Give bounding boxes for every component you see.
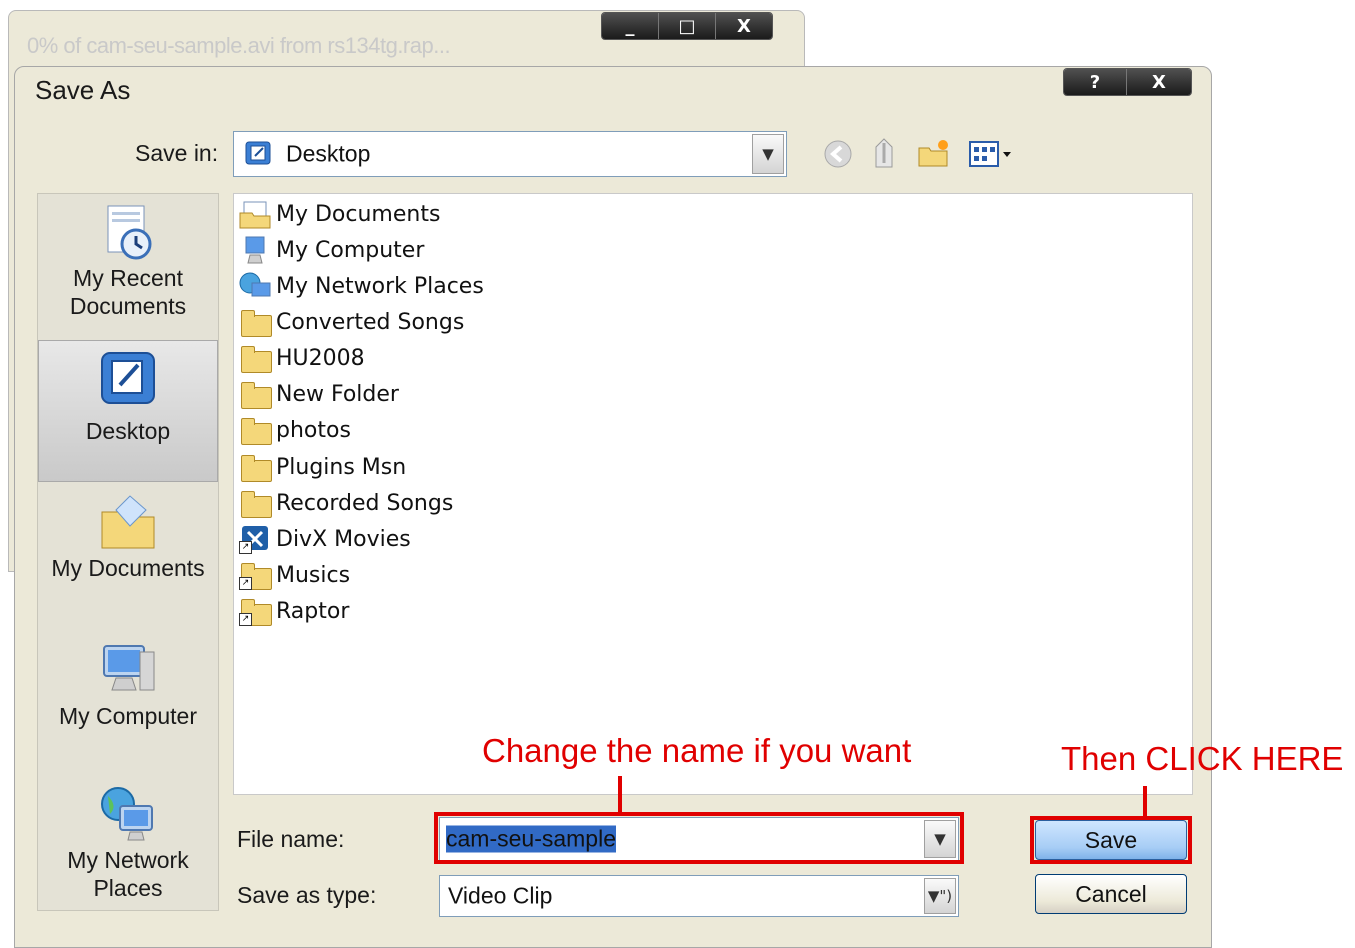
background-close-button[interactable]: X	[716, 13, 772, 39]
annotation-file-name-box	[434, 812, 964, 864]
list-item[interactable]: HU2008	[238, 341, 365, 375]
annotation-pointer-line	[1143, 786, 1147, 818]
list-item[interactable]: My Computer	[238, 233, 424, 267]
file-name: Musics	[276, 562, 351, 588]
list-item[interactable]: photos	[238, 413, 351, 447]
file-name: Plugins Msn	[276, 454, 407, 480]
folder-icon	[238, 488, 272, 518]
places-bar: My Recent Documents Desktop My Documents…	[37, 193, 219, 911]
list-item[interactable]: My Documents	[238, 197, 440, 231]
help-button[interactable]: ?	[1064, 69, 1127, 95]
network-places-icon	[238, 271, 272, 301]
annotation-name-hint: Change the name if you want	[482, 732, 912, 769]
list-item[interactable]: ↗ Musics	[238, 558, 350, 592]
place-my-recent-documents[interactable]: My Recent Documents	[38, 200, 218, 338]
file-name: photos	[276, 417, 351, 443]
file-name: My Computer	[276, 237, 425, 263]
file-name: Converted Songs	[276, 309, 465, 335]
place-label: Desktop	[85, 418, 171, 444]
cancel-button[interactable]: Cancel	[1035, 874, 1187, 914]
dialog-title: Save As	[35, 75, 131, 105]
desktop-small-icon	[244, 139, 274, 169]
folder-icon	[238, 415, 272, 445]
place-label: Documents	[69, 293, 187, 319]
new-folder-icon[interactable]	[917, 137, 951, 171]
network-places-icon	[96, 782, 160, 846]
minimize-button[interactable]: _	[602, 13, 659, 39]
file-name: HU2008	[276, 345, 365, 371]
maximize-button[interactable]: □	[659, 13, 716, 39]
place-desktop[interactable]: Desktop	[38, 340, 218, 482]
background-window-controls: _ □ X	[601, 12, 773, 40]
up-folder-icon[interactable]	[867, 135, 901, 169]
list-item[interactable]: ↗ Raptor	[238, 594, 349, 628]
close-button[interactable]: X	[1127, 69, 1191, 95]
divx-shortcut-icon: ↗	[238, 524, 272, 554]
annotation-save-box	[1030, 816, 1192, 864]
save-as-type-label: Save as type:	[237, 882, 377, 908]
background-window-title: 0% of cam-seu-sample.avi from rs134tg.ra…	[27, 33, 451, 58]
place-my-computer[interactable]: My Computer	[38, 638, 218, 758]
file-name: My Documents	[276, 201, 441, 227]
views-menu-icon[interactable]	[965, 137, 1017, 171]
my-computer-icon	[96, 638, 160, 702]
save-in-combo[interactable]: Desktop ▼	[233, 131, 787, 177]
my-computer-icon	[238, 235, 272, 265]
my-documents-icon	[96, 490, 160, 554]
back-icon[interactable]	[821, 137, 855, 171]
annotation-pointer-line	[618, 776, 622, 816]
list-item[interactable]: Recorded Songs	[238, 486, 453, 520]
annotation-click-hint: Then CLICK HERE	[1061, 740, 1344, 777]
save-in-value: Desktop	[286, 140, 371, 167]
file-name: My Network Places	[276, 273, 484, 299]
list-item[interactable]: Plugins Msn	[238, 450, 406, 484]
save-as-type-value: Video Clip	[448, 882, 553, 909]
list-item[interactable]: ↗ DivX Movies	[238, 522, 411, 556]
place-label: My Computer	[58, 703, 198, 729]
save-in-label: Save in:	[135, 140, 219, 166]
list-item[interactable]: Converted Songs	[238, 305, 464, 339]
place-my-documents[interactable]: My Documents	[38, 490, 218, 610]
file-name: New Folder	[276, 381, 399, 407]
file-name-label: File name:	[237, 826, 345, 852]
file-list: My Documents My Computer My Network Plac…	[233, 193, 1193, 795]
folder-shortcut-icon: ↗	[238, 560, 272, 590]
list-item[interactable]: My Network Places	[238, 269, 484, 303]
folder-icon	[238, 343, 272, 373]
list-item[interactable]: New Folder	[238, 377, 399, 411]
desktop-icon	[96, 347, 160, 411]
place-label: My Recent	[73, 265, 183, 291]
place-my-network-places[interactable]: My Network Places	[38, 782, 218, 908]
place-label: Places	[93, 875, 163, 901]
folder-icon	[238, 379, 272, 409]
folder-shortcut-icon: ↗	[238, 596, 272, 626]
dialog-title-controls: ? X	[1063, 68, 1192, 96]
save-as-type-select[interactable]: Video Clip ▼")	[439, 875, 959, 917]
recent-documents-icon	[96, 200, 160, 264]
chevron-down-icon[interactable]: ▼	[752, 134, 784, 174]
place-label: My Network	[67, 847, 189, 873]
chevron-down-icon[interactable]: ▼")	[924, 878, 956, 914]
file-name: Recorded Songs	[276, 490, 454, 516]
place-label: My Documents	[51, 555, 205, 581]
my-documents-icon	[238, 199, 272, 229]
file-name: Raptor	[276, 598, 350, 624]
folder-icon	[238, 452, 272, 482]
folder-icon	[238, 307, 272, 337]
file-name: DivX Movies	[276, 526, 411, 552]
